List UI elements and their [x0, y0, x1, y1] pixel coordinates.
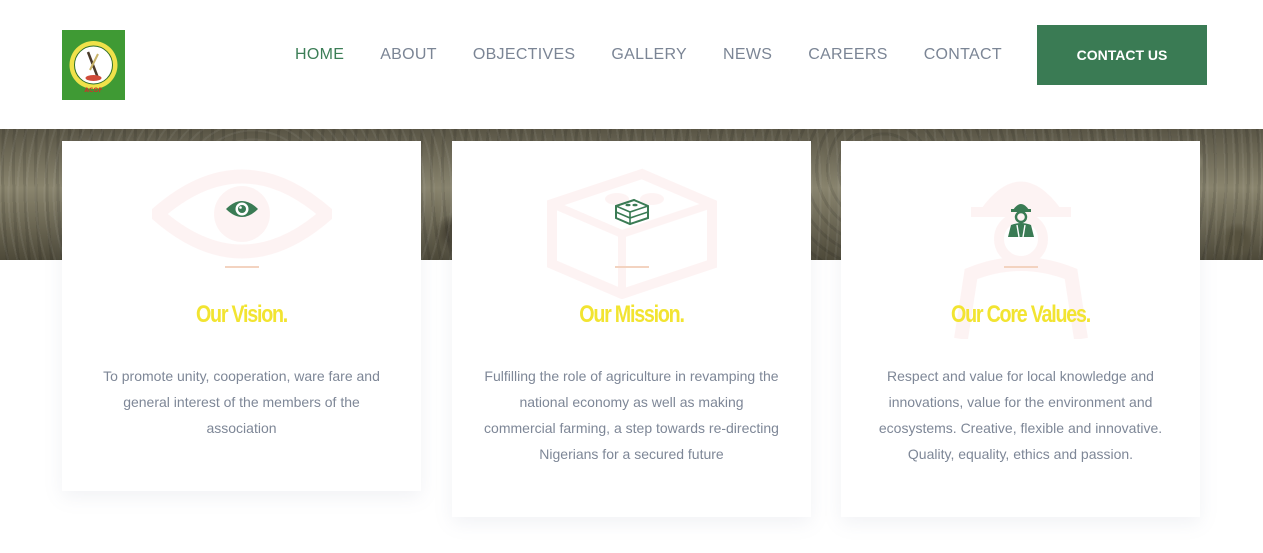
nav-news[interactable]: NEWS — [723, 45, 772, 65]
mission-text: Fulfilling the role of agriculture in re… — [484, 368, 779, 462]
mission-card: Our Mission. Fulfilling the role of agri… — [452, 141, 811, 517]
vision-title: Our Vision. — [195, 301, 288, 328]
nav-home[interactable]: HOME — [295, 45, 344, 65]
core-values-card: Our Core Values. Respect and value for l… — [841, 141, 1200, 517]
core-values-title: Our Core Values. — [951, 301, 1091, 328]
mission-title: Our Mission. — [579, 301, 685, 328]
title-divider — [224, 266, 259, 268]
svg-text:ACOF: ACOF — [84, 87, 102, 94]
site-header: ACOF HOME ABOUT OBJECTIVES GALLERY NEWS … — [0, 0, 1263, 129]
nav-about[interactable]: ABOUT — [380, 45, 437, 65]
eye-icon — [224, 197, 260, 226]
nav-objectives[interactable]: OBJECTIVES — [473, 45, 576, 65]
worker-icon — [1004, 197, 1038, 242]
main-nav: HOME ABOUT OBJECTIVES GALLERY NEWS CAREE… — [295, 45, 1038, 65]
vision-text: To promote unity, cooperation, ware fare… — [103, 368, 380, 436]
title-divider — [614, 266, 649, 268]
bricks-icon — [613, 197, 651, 232]
vision-card: Our Vision. To promote unity, cooperatio… — [62, 141, 421, 491]
site-logo[interactable]: ACOF — [62, 30, 125, 100]
core-values-text: Respect and value for local knowledge an… — [878, 368, 1163, 462]
title-divider — [1003, 266, 1038, 268]
contact-us-button[interactable]: CONTACT US — [1037, 25, 1207, 85]
nav-contact[interactable]: CONTACT — [924, 45, 1002, 65]
nav-careers[interactable]: CAREERS — [808, 45, 887, 65]
nav-gallery[interactable]: GALLERY — [611, 45, 687, 65]
